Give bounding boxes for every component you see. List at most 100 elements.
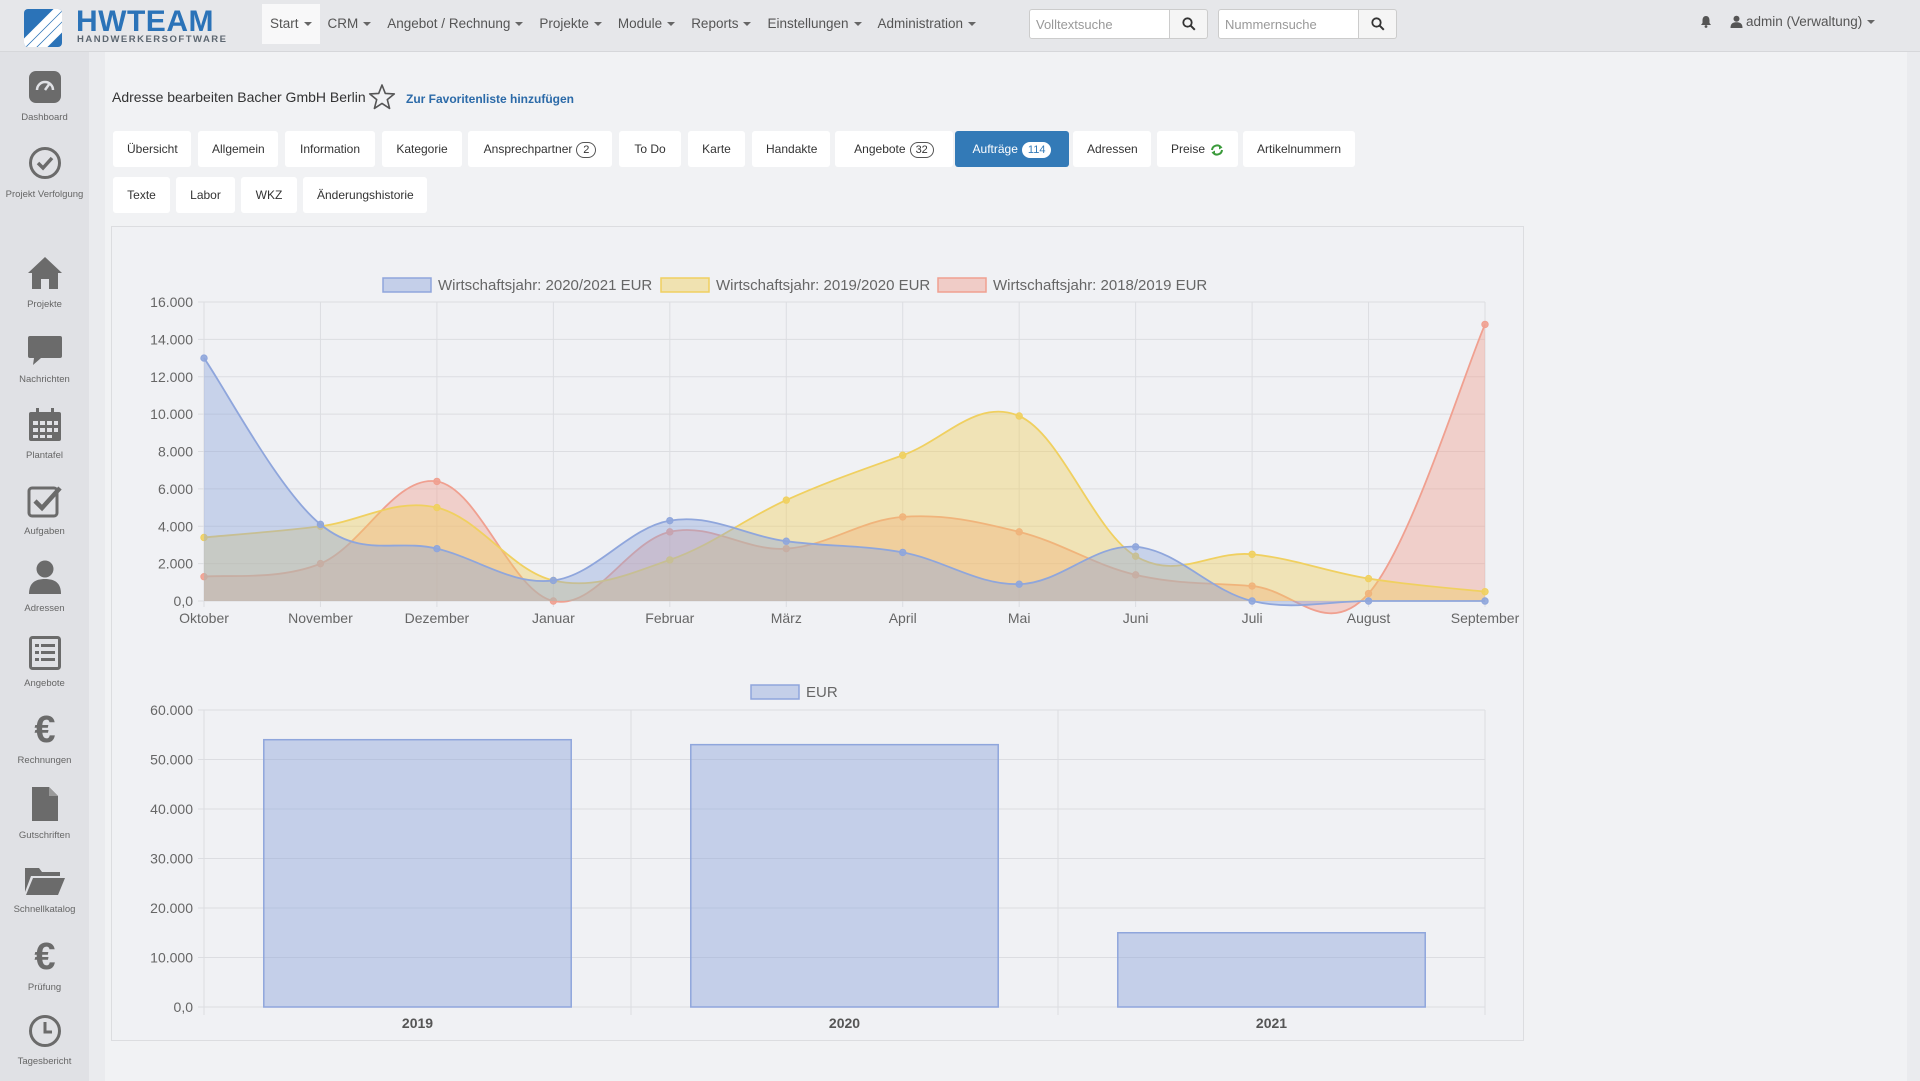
- tab-allgemein[interactable]: Allgemein: [198, 131, 278, 167]
- menu-module[interactable]: Module: [610, 4, 683, 44]
- legend-label: Wirtschaftsjahr: 2019/2020 EUR: [716, 277, 930, 294]
- x-tick-label: August: [1347, 610, 1391, 626]
- tab-ansprechpartner[interactable]: Ansprechpartner 2: [468, 131, 612, 167]
- user-icon: [1730, 15, 1743, 28]
- x-tick-label: Oktober: [179, 610, 229, 626]
- y-tick-label: 60.000: [150, 702, 193, 718]
- count-badge: 32: [909, 141, 934, 158]
- data-point: [1015, 412, 1023, 420]
- bell-icon[interactable]: [1700, 15, 1712, 28]
- y-tick-label: 30.000: [150, 851, 193, 867]
- top-navbar: HWTEAM HANDWERKERSOFTWARE Start CRM Ange…: [0, 0, 1920, 52]
- legend-label: Wirtschaftsjahr: 2020/2021 EUR: [438, 277, 652, 294]
- y-tick-label: 4.000: [158, 518, 193, 534]
- menu-crm[interactable]: CRM: [320, 4, 380, 44]
- tab-karte[interactable]: Karte: [688, 131, 745, 167]
- tab-wkz[interactable]: WKZ: [241, 177, 297, 213]
- menu-start[interactable]: Start: [262, 4, 320, 44]
- x-tick-label: 2019: [402, 1015, 433, 1031]
- sidebar-item-pruefung[interactable]: € Prüfung: [0, 938, 89, 998]
- sidebar-item-nachrichten[interactable]: Nachrichten: [0, 334, 89, 390]
- x-tick-label: Juni: [1123, 610, 1149, 626]
- star-icon[interactable]: [368, 83, 396, 111]
- data-point: [200, 354, 208, 362]
- x-tick-label: März: [771, 610, 802, 626]
- checkbox-icon: [27, 486, 62, 518]
- tab-preise[interactable]: Preise: [1157, 131, 1238, 167]
- caret-down-icon: [593, 22, 602, 27]
- data-point: [666, 516, 674, 525]
- tab-kategorie[interactable]: Kategorie: [382, 131, 462, 167]
- line-chart: Wirtschaftsjahr: 2020/2021 EUR Wirtschaft…: [150, 277, 1519, 626]
- tab-adressen[interactable]: Adressen: [1073, 131, 1151, 167]
- search-icon: [1181, 17, 1196, 31]
- sidebar-item-projekte[interactable]: Projekte: [0, 255, 89, 315]
- sidebar-item-projekt-verfolgung[interactable]: Projekt Verfolgung: [0, 146, 89, 205]
- caret-down-icon: [363, 22, 372, 27]
- caret-down-icon: [303, 22, 312, 27]
- sidebar-item-gutschriften[interactable]: Gutschriften: [0, 786, 89, 846]
- menu-reports[interactable]: Reports: [683, 4, 759, 44]
- x-tick-label: September: [1451, 610, 1520, 626]
- fulltext-search: [1029, 9, 1208, 39]
- number-search-input[interactable]: [1218, 9, 1359, 39]
- folder-open-icon: [24, 868, 65, 895]
- bar: [263, 738, 572, 1008]
- fulltext-search-input[interactable]: [1029, 9, 1170, 39]
- tab-handakte[interactable]: Handakte: [752, 131, 830, 167]
- tab-artikelnummern[interactable]: Artikelnummern: [1243, 131, 1355, 167]
- count-badge: 2: [576, 141, 597, 158]
- sidebar-item-aufgaben[interactable]: Aufgaben: [0, 484, 89, 542]
- tab-labor[interactable]: Labor: [176, 177, 235, 213]
- data-point: [549, 576, 558, 585]
- logo[interactable]: HWTEAM HANDWERKERSOFTWARE: [24, 5, 226, 47]
- logo-subtitle: HANDWERKERSOFTWARE: [77, 34, 228, 45]
- chart-panel: Wirtschaftsjahr: 2020/2021 EUR Wirtschaft…: [111, 226, 1524, 1041]
- number-search: [1218, 9, 1397, 39]
- data-point: [433, 477, 441, 486]
- menu-angebot-rechnung[interactable]: Angebot / Rechnung: [379, 4, 531, 44]
- sidebar-item-plantafel[interactable]: Plantafel: [0, 408, 89, 466]
- number-search-button[interactable]: [1359, 9, 1397, 39]
- tab-auftraege[interactable]: Aufträge 114: [955, 131, 1069, 167]
- sidebar-item-rechnungen[interactable]: € Rechnungen: [0, 711, 89, 771]
- tab-aenderungshistorie[interactable]: Änderungshistorie: [303, 177, 427, 213]
- user-area: admin (Verwaltung): [1700, 14, 1876, 29]
- caret-down-icon: [515, 22, 524, 27]
- count-badge: 114: [1021, 141, 1052, 158]
- add-to-favorites-link[interactable]: Zur Favoritenliste hinzufügen: [406, 92, 574, 106]
- x-tick-label: Februar: [645, 610, 694, 626]
- x-tick-label: 2020: [829, 1015, 860, 1031]
- user-menu[interactable]: admin (Verwaltung): [1730, 14, 1876, 29]
- check-circle-icon: [28, 147, 61, 179]
- tab-texte[interactable]: Texte: [113, 177, 170, 213]
- data-point: [1481, 597, 1489, 605]
- sidebar-item-adressen[interactable]: Adressen: [0, 559, 89, 619]
- fulltext-search-button[interactable]: [1170, 9, 1208, 39]
- sidebar-item-tagesbericht[interactable]: Tagesbericht: [0, 1014, 89, 1072]
- menu-administration[interactable]: Administration: [870, 4, 985, 44]
- sidebar-item-schnellkatalog[interactable]: Schnellkatalog: [0, 864, 89, 920]
- user-label: admin (Verwaltung): [1746, 14, 1863, 29]
- sidebar-item-angebote[interactable]: Angebote: [0, 636, 89, 694]
- x-tick-label: April: [889, 610, 917, 626]
- data-point: [1131, 543, 1140, 551]
- data-point: [782, 496, 790, 504]
- page-title: Adresse bearbeiten Bacher GmbH Berlin: [112, 89, 366, 105]
- tab-todo[interactable]: To Do: [619, 131, 681, 167]
- legend-label: EUR: [806, 684, 838, 701]
- tab-information[interactable]: Information: [285, 131, 375, 167]
- menu-einstellungen[interactable]: Einstellungen: [759, 4, 869, 44]
- menu-projekte[interactable]: Projekte: [531, 4, 610, 44]
- data-point: [1248, 597, 1256, 605]
- data-point: [899, 548, 907, 557]
- y-tick-label: 10.000: [150, 406, 193, 422]
- data-point: [1364, 574, 1373, 583]
- x-tick-label: 2021: [1256, 1015, 1287, 1031]
- sidebar-item-dashboard[interactable]: Dashboard: [0, 70, 89, 128]
- euro-icon: €: [34, 938, 55, 974]
- file-icon: [31, 787, 58, 821]
- tab-angebote[interactable]: Angebote 32: [835, 131, 953, 167]
- tab-uebersicht[interactable]: Übersicht: [113, 131, 191, 167]
- caret-down-icon: [1867, 19, 1876, 24]
